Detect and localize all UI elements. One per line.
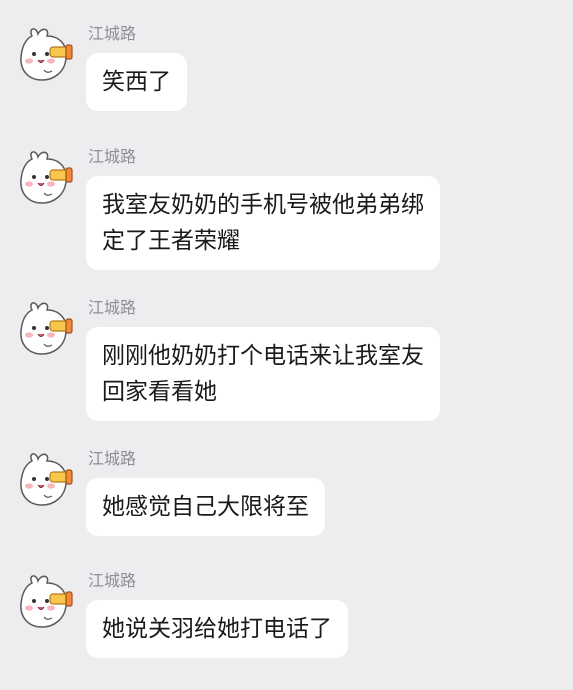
message-text-line: 我室友奶奶的手机号被他弟弟绑 xyxy=(102,192,424,218)
message-bubble[interactable]: 刚刚他奶奶打个电话来让我室友 回家看看她 xyxy=(86,327,440,421)
chat-message-list: 江城路 笑西了 江城路 我室友奶奶的手机号被他弟弟绑 定了王者荣耀 江城路 刚刚… xyxy=(0,0,573,690)
sender-name: 江城路 xyxy=(88,298,137,317)
sender-name: 江城路 xyxy=(88,571,137,590)
sender-avatar-icon[interactable] xyxy=(14,147,76,209)
message-text-line: 刚刚他奶奶打个电话来让我室友 xyxy=(102,343,424,369)
sender-name: 江城路 xyxy=(88,24,137,43)
sender-name: 江城路 xyxy=(88,449,137,468)
message-bubble[interactable]: 我室友奶奶的手机号被他弟弟绑 定了王者荣耀 xyxy=(86,176,440,270)
message-bubble[interactable]: 她说关羽给她打电话了 xyxy=(86,600,348,658)
message-bubble[interactable]: 笑西了 xyxy=(86,53,187,111)
message-text-line: 定了王者荣耀 xyxy=(102,228,240,254)
message-text: 她感觉自己大限将至 xyxy=(102,494,309,520)
sender-avatar-icon[interactable] xyxy=(14,449,76,511)
message-text-line: 回家看看她 xyxy=(102,379,217,405)
sender-name: 江城路 xyxy=(88,147,137,166)
sender-avatar-icon[interactable] xyxy=(14,24,76,86)
message-text: 她说关羽给她打电话了 xyxy=(102,616,332,642)
sender-avatar-icon[interactable] xyxy=(14,298,76,360)
message-bubble[interactable]: 她感觉自己大限将至 xyxy=(86,478,325,536)
sender-avatar-icon[interactable] xyxy=(14,571,76,633)
message-text: 笑西了 xyxy=(102,69,171,95)
